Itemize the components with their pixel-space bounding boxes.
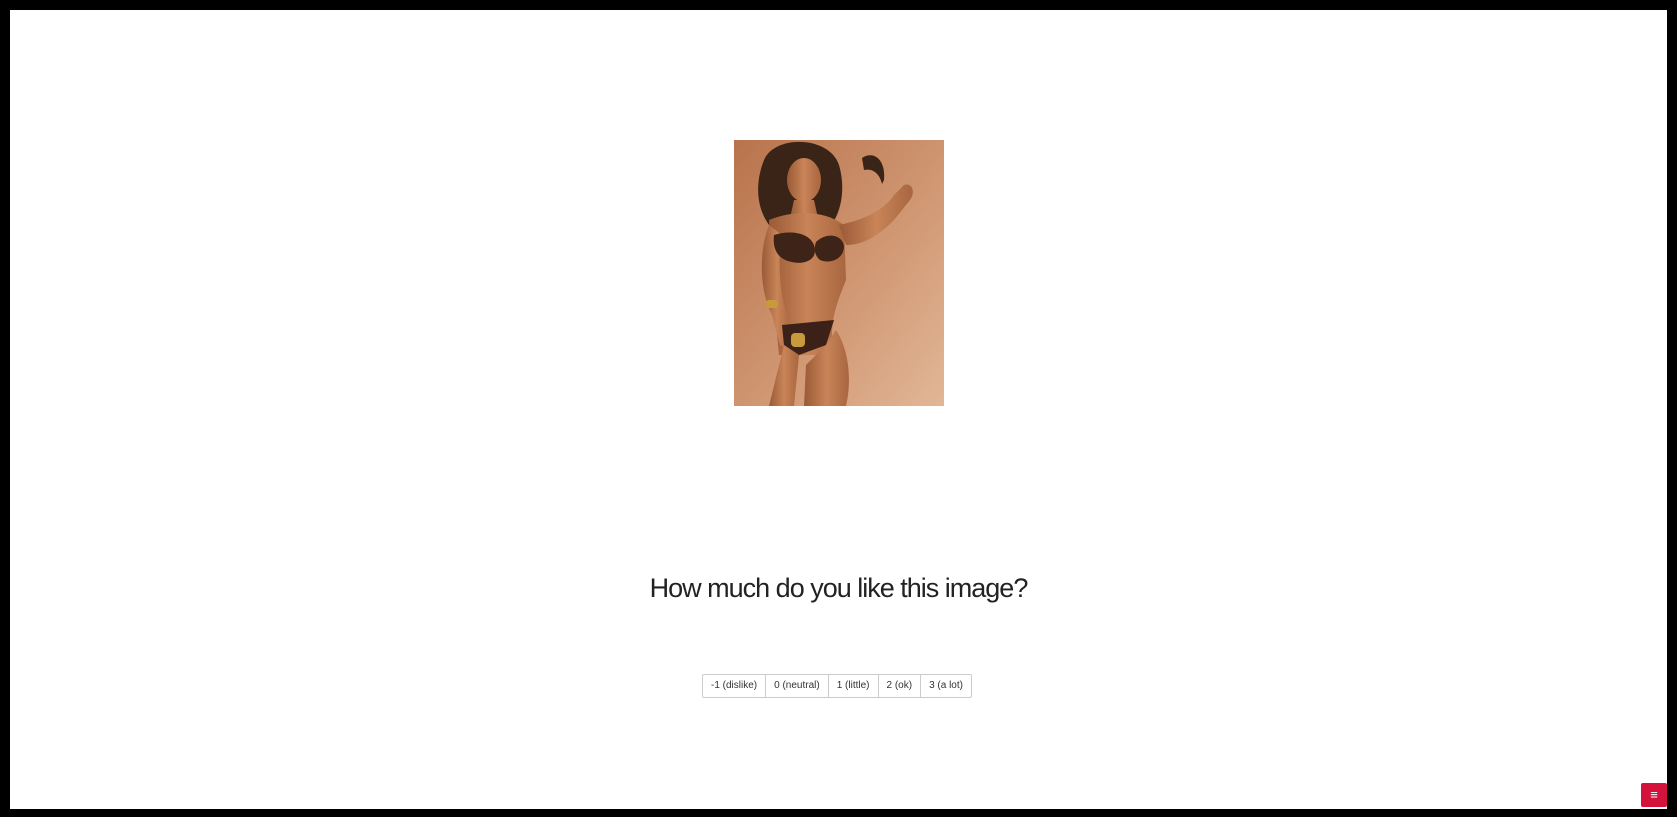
rating-button-neutral[interactable]: 0 (neutral) — [765, 674, 829, 698]
rating-button-group: -1 (dislike) 0 (neutral) 1 (little) 2 (o… — [702, 674, 972, 698]
rating-question: How much do you like this image? — [649, 573, 1029, 603]
rating-button-a-lot[interactable]: 3 (a lot) — [920, 674, 972, 698]
rating-button-ok[interactable]: 2 (ok) — [877, 674, 922, 698]
rating-button-little[interactable]: 1 (little) — [827, 674, 879, 698]
hamburger-icon: ≡ — [1650, 787, 1658, 802]
menu-button[interactable]: ≡ — [1641, 783, 1667, 807]
photo-illustration — [734, 140, 944, 406]
rating-button-dislike[interactable]: -1 (dislike) — [702, 674, 767, 698]
rated-photo — [734, 140, 944, 406]
page-frame: How much do you like this image? -1 (dis… — [10, 10, 1667, 809]
